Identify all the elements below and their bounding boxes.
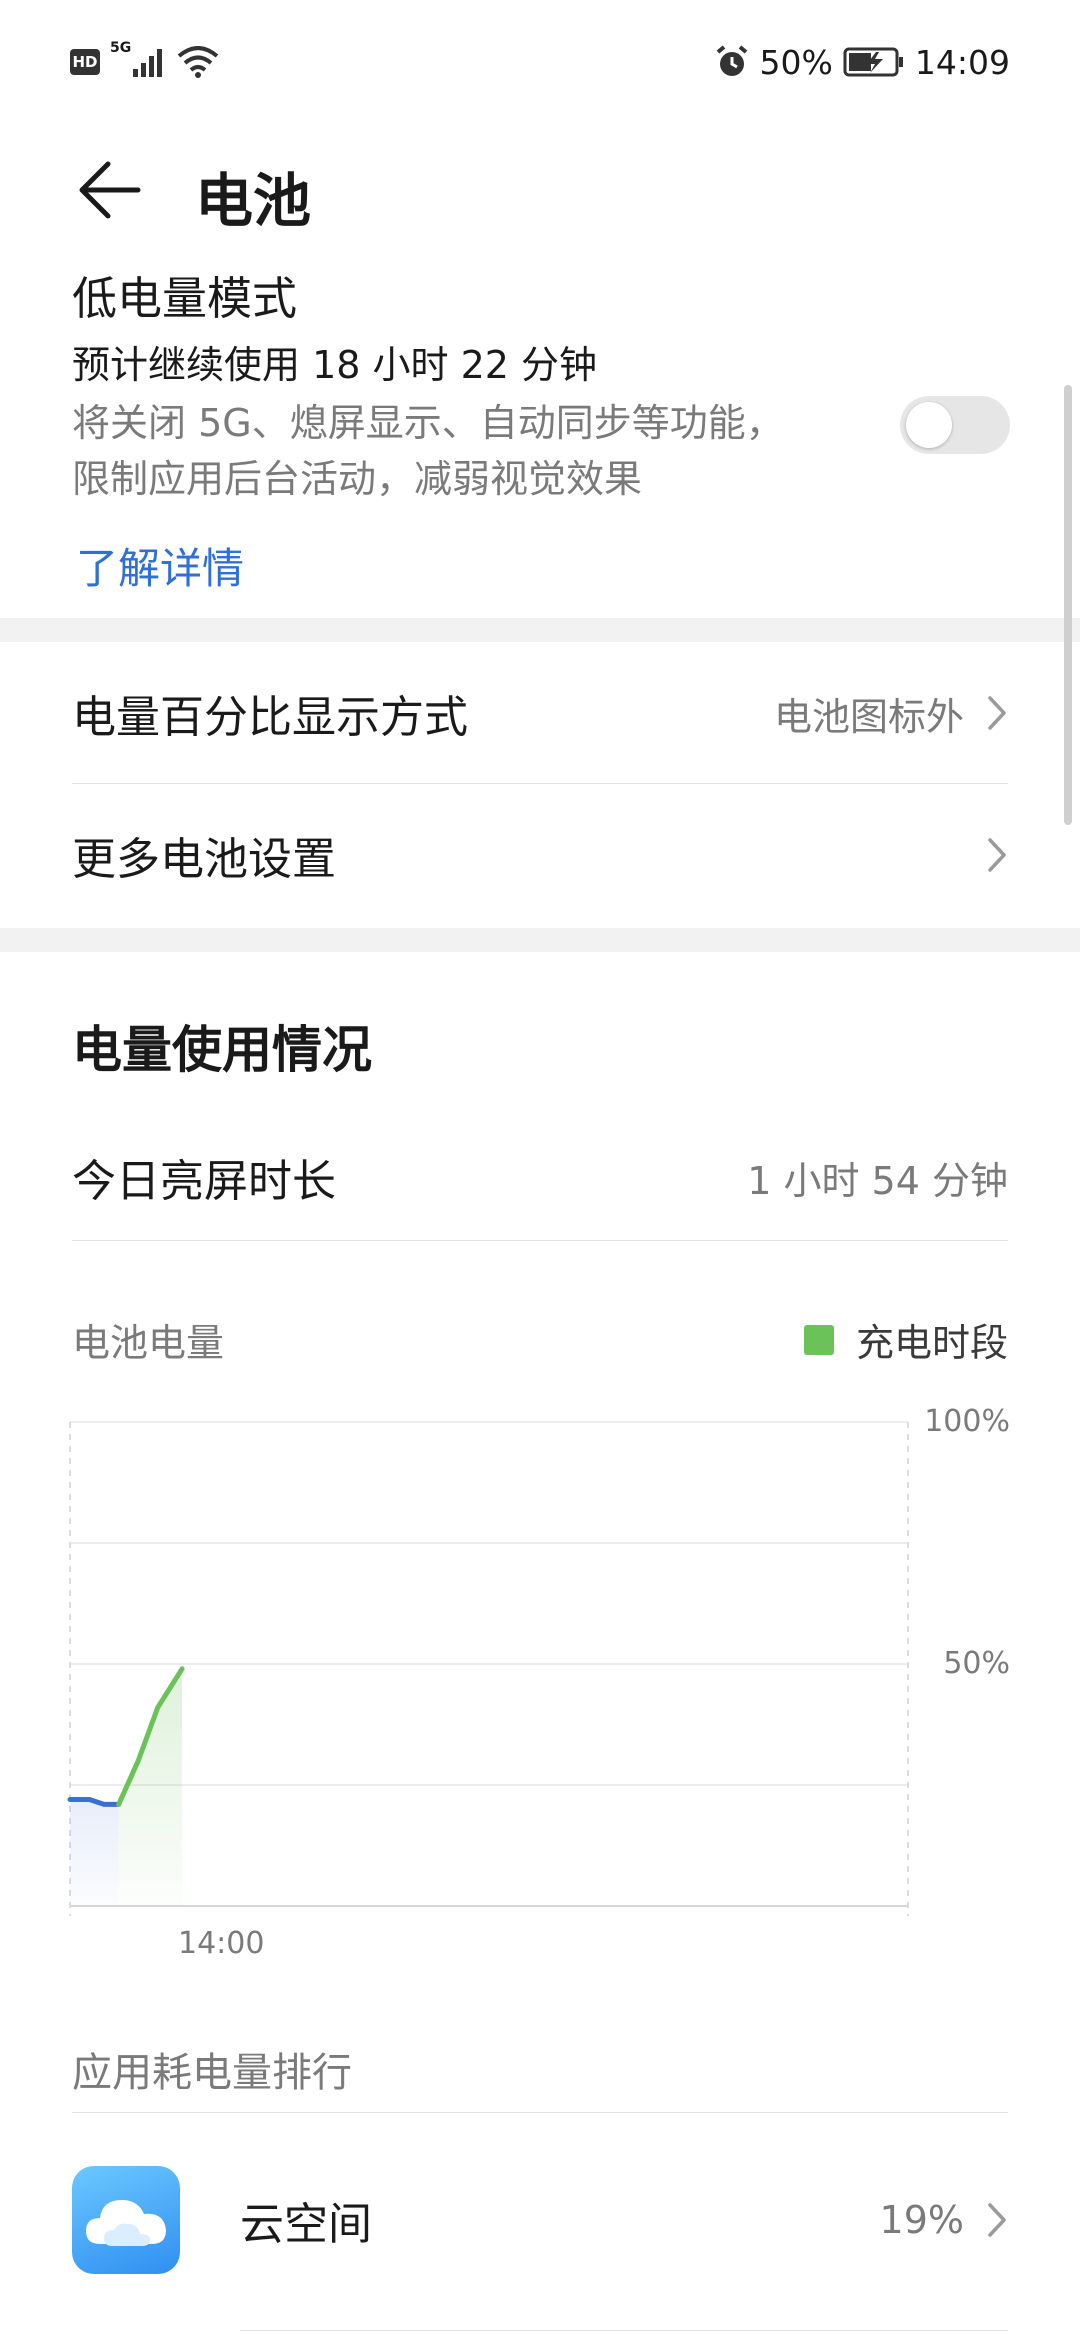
row-divider [72, 1240, 1008, 1241]
percent-display-value: 电池图标外 [773, 694, 964, 739]
chevron-right-icon [988, 2203, 1006, 2237]
signal-icon [133, 49, 163, 77]
status-bar: HD 5G 50% 14:09 [0, 0, 1080, 120]
usage-section-title: 电量使用情况 [72, 1021, 372, 1079]
section-separator [0, 618, 1080, 642]
status-left: HD 5G [70, 40, 219, 84]
percent-display-row[interactable]: 电量百分比显示方式 电池图标外 [72, 643, 1008, 783]
section-separator [0, 928, 1080, 952]
percent-display-label: 电量百分比显示方式 [72, 692, 468, 743]
back-button[interactable] [70, 155, 150, 225]
wifi-icon [177, 46, 219, 78]
battery-chart[interactable]: 100% 50% 14:00 [0, 1400, 1080, 1980]
low-power-toggle[interactable] [900, 396, 1010, 454]
status-right: 50% 14:09 [714, 40, 1010, 84]
y-tick-label: 100% [924, 1404, 1010, 1439]
app-header: 电池 [0, 140, 1080, 240]
y-tick-label: 50% [943, 1646, 1010, 1681]
network-type: 5G [110, 40, 132, 56]
toggle-knob [906, 402, 952, 448]
alarm-icon [716, 45, 747, 76]
app-percent: 19% [879, 2198, 964, 2242]
x-tick-label: 14:00 [178, 1926, 265, 1961]
row-divider [72, 783, 1008, 784]
chart-legend: 充电时段 [803, 1312, 1008, 1367]
app-name: 云空间 [240, 2199, 372, 2250]
low-power-description: 将关闭 5G、熄屏显示、自动同步等功能， 限制应用后台活动，减弱视觉效果 [72, 395, 872, 507]
row-divider [240, 2330, 1008, 2331]
screen-time-label: 今日亮屏时长 [72, 1156, 336, 1207]
low-power-description-line: 限制应用后台活动，减弱视觉效果 [72, 457, 643, 501]
app-usage-row[interactable]: 云空间 19% [72, 2150, 1008, 2290]
cloud-app-icon [72, 2166, 180, 2274]
screen-time-value: 1 小时 54 分钟 [747, 1158, 1008, 1203]
battery-chart-svg [67, 1421, 909, 1916]
low-power-estimate: 预计继续使用 18 小时 22 分钟 [72, 343, 598, 387]
app-ranking-title: 应用耗电量排行 [72, 2050, 352, 2096]
page-title: 电池 [195, 167, 312, 235]
low-power-title: 低电量模式 [72, 272, 298, 325]
battery-percent: 50% [759, 42, 833, 82]
more-battery-settings-chevron-group [986, 836, 1008, 874]
scrollbar[interactable] [1064, 385, 1072, 825]
more-battery-settings-label: 更多电池设置 [72, 834, 336, 885]
percent-display-value-group: 电池图标外 [774, 686, 1008, 741]
chart-area-discharging [70, 1799, 119, 1906]
legend-label-charging: 充电时段 [855, 1321, 1008, 1365]
legend-swatch-charging [803, 1324, 834, 1355]
chevron-right-icon [988, 838, 1006, 872]
screen-time-row: 今日亮屏时长 1 小时 54 分钟 [72, 1145, 1008, 1209]
chevron-right-icon [988, 696, 1006, 730]
clock: 14:09 [914, 42, 1010, 82]
app-percent-group: 19% [880, 2198, 1008, 2242]
more-battery-settings-row[interactable]: 更多电池设置 [72, 785, 1008, 925]
row-divider [72, 2112, 1008, 2113]
hd-icon: HD [70, 49, 100, 75]
arrow-left-icon [79, 161, 141, 219]
battery-charging-icon [843, 47, 903, 77]
low-power-description-line: 将关闭 5G、熄屏显示、自动同步等功能， [72, 401, 784, 445]
learn-more-link[interactable]: 了解详情 [76, 535, 244, 596]
cloud-icon [86, 2200, 166, 2246]
battery-level-label: 电池电量 [72, 1321, 225, 1365]
